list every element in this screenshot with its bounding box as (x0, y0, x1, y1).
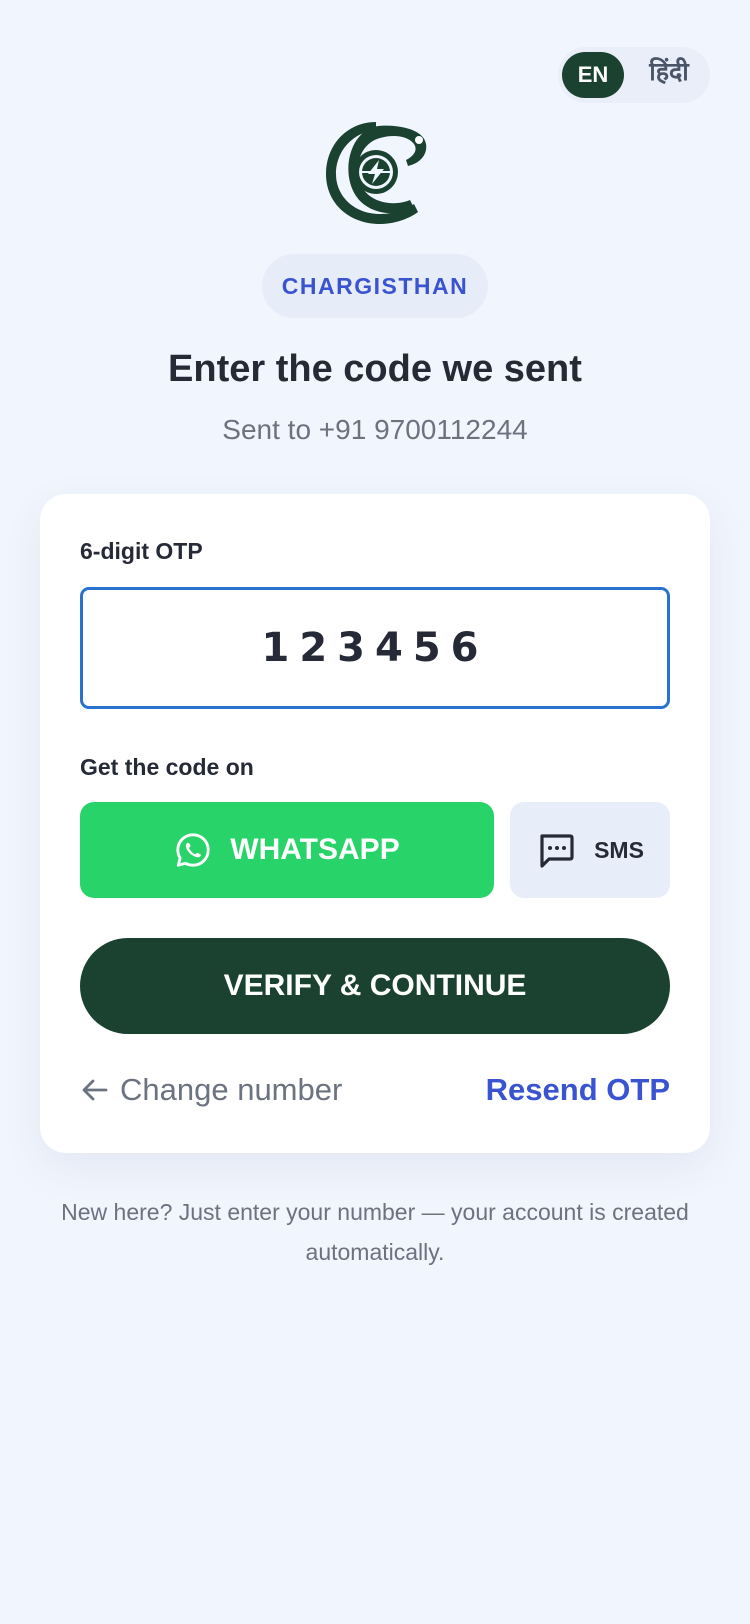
arrow-left-icon (82, 1079, 108, 1101)
otp-label: 6-digit OTP (80, 538, 203, 564)
chargisthan-logo-icon (326, 122, 427, 224)
message-icon (540, 834, 574, 868)
resend-otp-link[interactable]: Resend OTP (486, 1070, 670, 1110)
otp-card: 6-digit OTP Get the code on WHATSAPP SMS… (40, 494, 710, 1153)
verify-continue-button[interactable]: VERIFY & CONTINUE (80, 938, 670, 1034)
language-option-hindi[interactable]: हिंदी (640, 52, 698, 98)
sms-button[interactable]: SMS (510, 802, 670, 898)
change-number-label: Change number (120, 1072, 343, 1107)
language-option-en[interactable]: EN (562, 52, 624, 98)
delivery-method-label: Get the code on (80, 754, 254, 780)
whatsapp-button-label: WHATSAPP (230, 833, 400, 866)
sms-button-label: SMS (594, 836, 644, 863)
whatsapp-button[interactable]: WHATSAPP (80, 802, 494, 898)
whatsapp-icon (176, 833, 210, 867)
otp-input[interactable] (80, 587, 670, 709)
new-user-note: New here? Just enter your number — your … (61, 1199, 689, 1265)
change-number-link[interactable]: Change number (80, 1070, 342, 1110)
sent-to-text: Sent to +91 9700112244 (222, 414, 528, 445)
brand-badge: CHARGISTHAN (262, 254, 488, 318)
language-toggle: EN हिंदी (558, 47, 710, 103)
page-title: Enter the code we sent (168, 348, 582, 390)
